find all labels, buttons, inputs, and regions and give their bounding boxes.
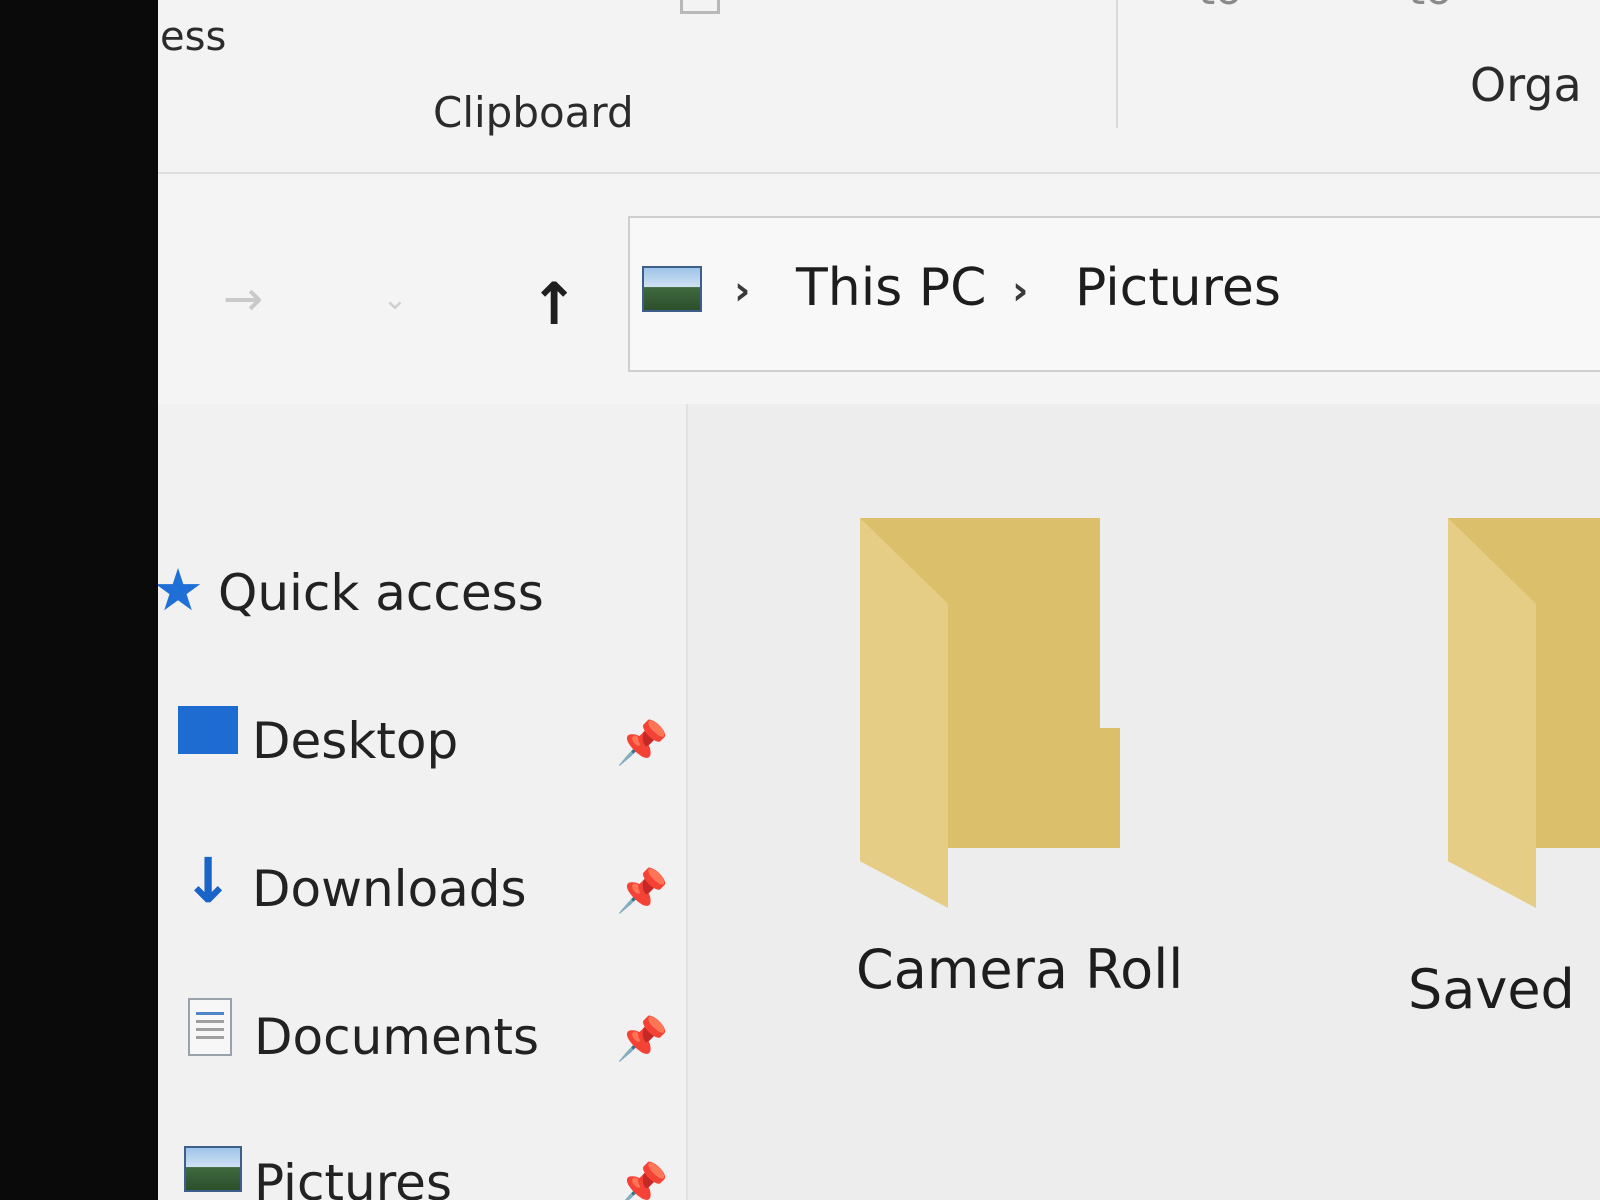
- folder-label: Camera Roll: [856, 938, 1184, 1001]
- file-explorer-window: ess Clipboard to to Orga → ⌄ ↑ › This PC…: [158, 0, 1600, 1200]
- up-button[interactable]: ↑: [518, 264, 590, 344]
- sidebar-item-label: Desktop: [252, 712, 459, 770]
- chevron-down-icon: ⌄: [382, 281, 408, 317]
- file-list: Camera Roll Saved: [688, 404, 1600, 1200]
- star-icon: ★: [158, 556, 204, 624]
- organize-group-label: Orga: [1470, 58, 1582, 112]
- breadcrumb-pictures[interactable]: Pictures: [1075, 258, 1281, 318]
- breadcrumb-this-pc[interactable]: This PC: [796, 258, 986, 318]
- sidebar-item-downloads[interactable]: ↓ Downloads 📌: [158, 840, 686, 950]
- address-bar[interactable]: › This PC › Pictures: [628, 216, 1600, 372]
- forward-button[interactable]: →: [208, 264, 278, 334]
- pictures-location-icon: [642, 266, 702, 312]
- sidebar-item-pictures[interactable]: Pictures 📌: [158, 1134, 686, 1200]
- pin-icon[interactable]: 📌: [616, 866, 668, 916]
- sidebar-item-desktop[interactable]: Desktop 📌: [158, 692, 686, 802]
- breadcrumb-separator-icon[interactable]: ›: [1012, 268, 1028, 314]
- ribbon: ess Clipboard to to Orga: [158, 0, 1600, 174]
- pin-icon[interactable]: 📌: [616, 1160, 668, 1200]
- navigation-pane: ★ Quick access Desktop 📌 ↓ Downloads 📌 D…: [158, 404, 688, 1200]
- document-icon: [188, 998, 232, 1056]
- navigation-bar: → ⌄ ↑ › This PC › Pictures: [158, 174, 1600, 404]
- sidebar-item-label: Downloads: [252, 860, 527, 918]
- folder-icon: [860, 518, 1130, 918]
- folder-label: Saved: [1408, 958, 1575, 1021]
- breadcrumb-separator-icon[interactable]: ›: [734, 268, 750, 314]
- clipboard-group-label: Clipboard: [433, 88, 634, 137]
- desktop-folder-icon: [178, 706, 238, 754]
- folder-item-saved[interactable]: Saved: [1408, 518, 1600, 1021]
- sidebar-item-quick-access[interactable]: ★ Quick access: [158, 544, 686, 654]
- pin-icon[interactable]: 📌: [616, 1014, 668, 1064]
- folder-icon: [1448, 518, 1600, 918]
- paste-icon[interactable]: [680, 0, 720, 14]
- download-arrow-icon: ↓: [182, 844, 234, 917]
- pin-icon[interactable]: 📌: [616, 718, 668, 768]
- forward-arrow-icon: →: [222, 271, 264, 327]
- ribbon-divider: [1116, 0, 1118, 128]
- sidebar-item-label: Quick access: [218, 564, 544, 622]
- sidebar-item-label: Pictures: [254, 1154, 452, 1200]
- move-to-button[interactable]: to: [1198, 0, 1242, 15]
- copy-to-button[interactable]: to: [1408, 0, 1452, 15]
- up-arrow-icon: ↑: [529, 270, 579, 338]
- ribbon-copy-path-label[interactable]: ess: [160, 14, 226, 60]
- sidebar-item-documents[interactable]: Documents 📌: [158, 988, 686, 1098]
- sidebar-item-label: Documents: [254, 1008, 540, 1066]
- folder-item-camera-roll[interactable]: Camera Roll: [856, 518, 1183, 1018]
- pictures-icon: [184, 1146, 242, 1192]
- recent-locations-button[interactable]: ⌄: [370, 269, 420, 329]
